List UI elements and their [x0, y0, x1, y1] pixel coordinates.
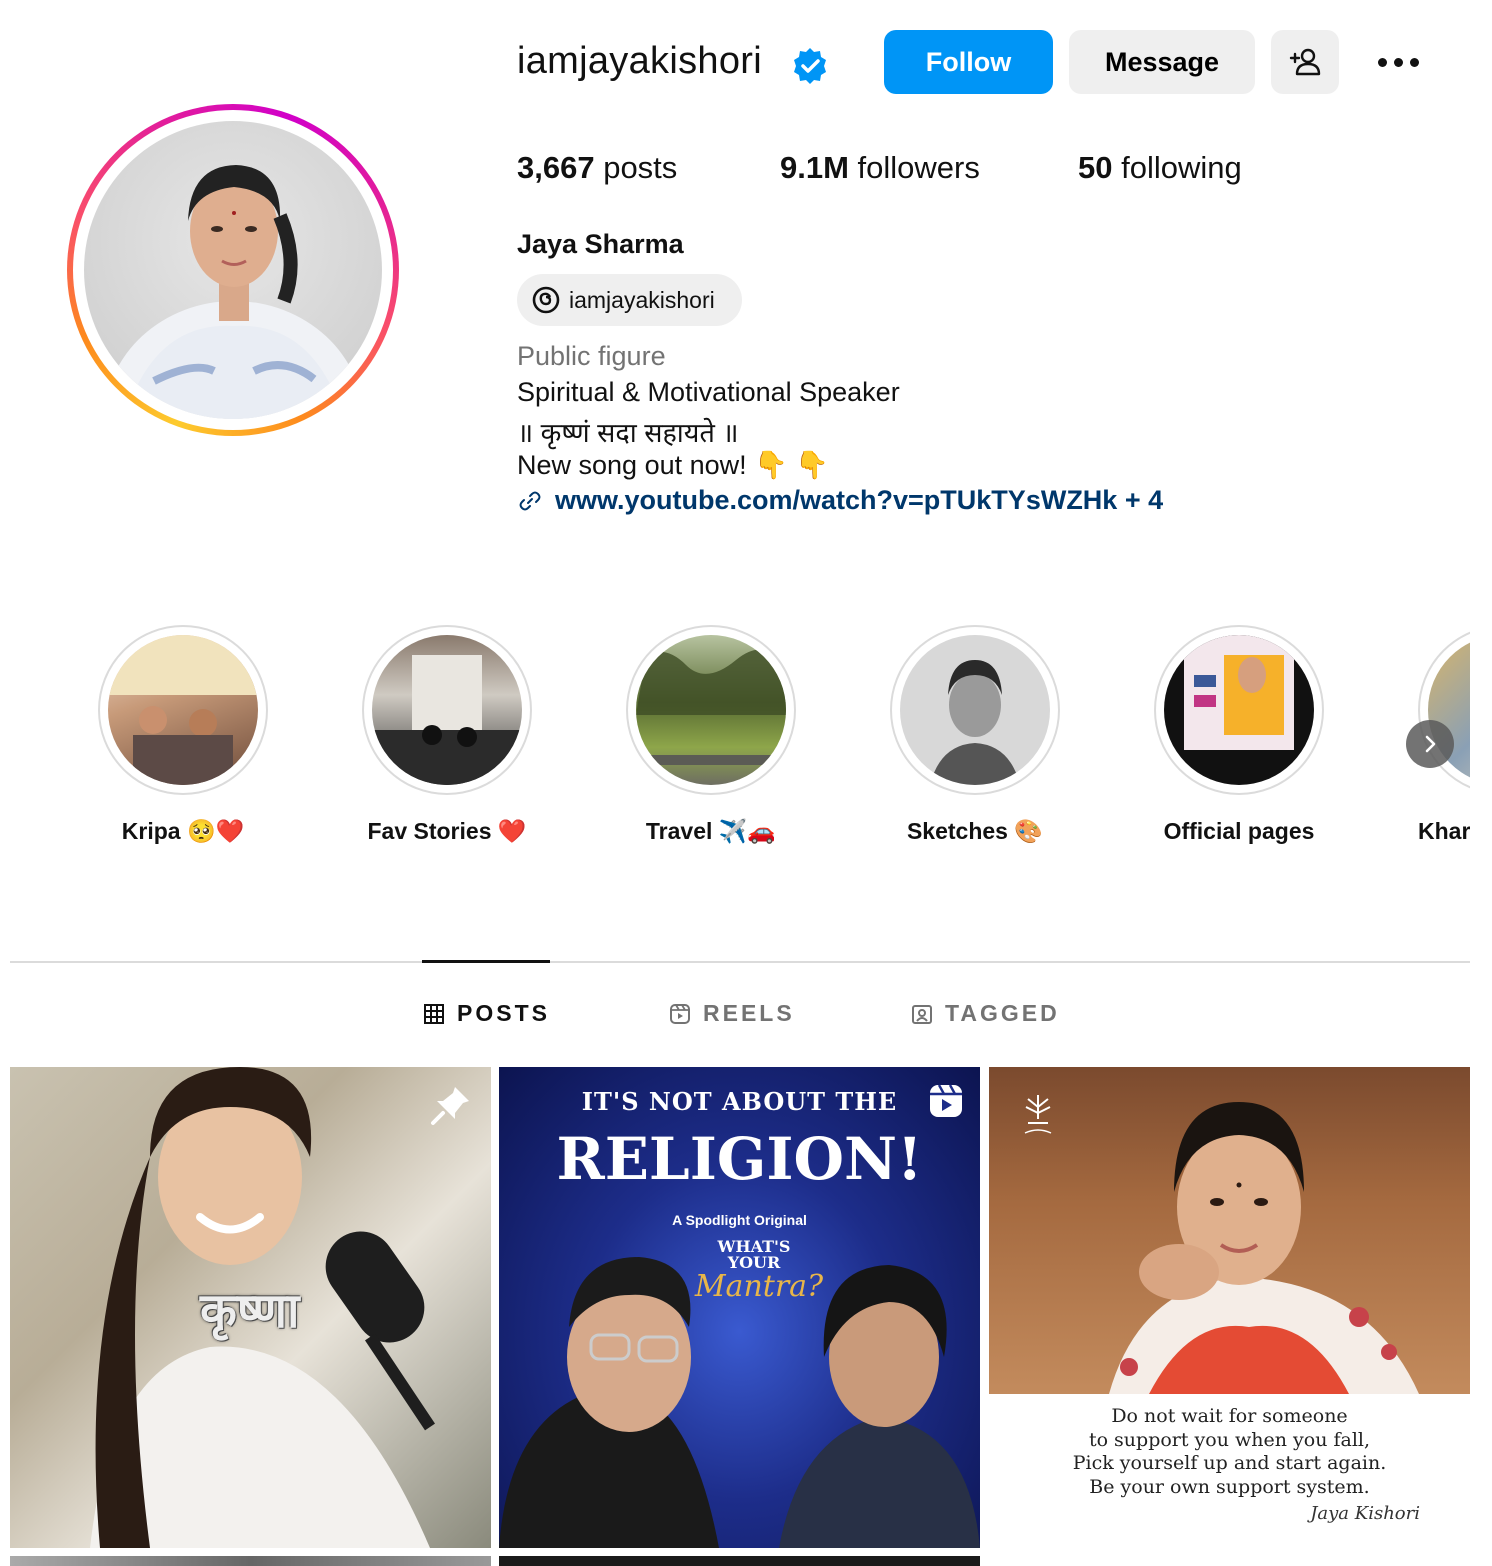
add-user-icon	[1289, 48, 1321, 76]
posts-count-value: 3,667	[517, 150, 595, 185]
highlight-item[interactable]: Kripa 🥺❤️	[98, 625, 268, 844]
reel-badge-icon	[930, 1084, 962, 1117]
pin-icon	[431, 1087, 469, 1125]
post-thumbnail[interactable]: IT'S NOT ABOUT THE RELIGION! A Spodlight…	[499, 1067, 980, 1548]
highlight-item[interactable]: Sketches 🎨	[890, 625, 1060, 844]
bio-line: New song out now! 👇 👇	[517, 450, 829, 480]
bio-external-link[interactable]: www.youtube.com/watch?v=pTUkTYsWZHk + 4	[517, 485, 1163, 516]
bio-line: Spiritual & Motivational Speaker	[517, 377, 900, 407]
verified-badge-icon	[794, 48, 826, 84]
highlight-cover	[372, 635, 522, 785]
highlight-ring	[362, 625, 532, 795]
highlight-ring	[890, 625, 1060, 795]
highlights-next-button[interactable]	[1406, 720, 1454, 768]
followers-count-value: 9.1M	[780, 150, 849, 185]
tab-posts-label: POSTS	[457, 1000, 550, 1026]
highlight-cover	[636, 635, 786, 785]
followers-link[interactable]: 9.1M followers	[780, 150, 980, 186]
link-icon	[519, 491, 541, 510]
threads-profile-link[interactable]: iamjayakishori	[517, 274, 742, 326]
profile-username: iamjayakishori	[517, 40, 762, 82]
highlight-ring	[1154, 625, 1324, 795]
highlight-ring	[98, 625, 268, 795]
highlight-cover-image-icon	[636, 649, 786, 765]
bio-line: ॥ कृष्णं सदा सहायते ॥	[517, 418, 739, 448]
post-subtitle: A Spodlight Original	[672, 1212, 807, 1228]
threads-icon	[532, 286, 560, 314]
post-show-title-line: WHAT'S YOUR	[699, 1239, 809, 1271]
highlight-item[interactable]: Official pages	[1154, 625, 1324, 844]
highlight-item[interactable]: Fav Stories ❤️	[362, 625, 532, 844]
post-headline-big: RELIGION!	[556, 1125, 923, 1193]
quote-line: Pick yourself up and start again.	[1072, 1452, 1387, 1474]
more-dot-icon	[1393, 57, 1403, 67]
follow-button[interactable]: Follow	[884, 30, 1053, 94]
highlight-label: Travel ✈️🚗	[645, 818, 777, 844]
suggest-similar-button[interactable]	[1271, 30, 1339, 94]
post-show-title: Mantra?	[694, 1269, 824, 1304]
chevron-right-icon	[1425, 735, 1436, 753]
highlight-cover	[108, 635, 258, 785]
highlight-item[interactable]: Khar	[1418, 625, 1470, 844]
highlight-item[interactable]: Travel ✈️🚗	[626, 625, 796, 844]
quote-line: to support you when you fall,	[1088, 1428, 1371, 1451]
following-count-label: following	[1121, 150, 1242, 185]
tagged-icon	[912, 1004, 932, 1024]
highlight-cover	[900, 635, 1050, 785]
highlight-cover-image-icon	[1184, 635, 1294, 750]
tab-reels-label: REELS	[703, 1000, 795, 1026]
highlight-ring	[1418, 625, 1470, 795]
tab-reels[interactable]: REELS	[669, 1000, 795, 1027]
highlight-cover-image-icon	[108, 635, 258, 785]
avatar-portrait-icon	[104, 165, 364, 419]
post-thumbnail[interactable]	[10, 1556, 491, 1566]
profile-avatar-story-ring[interactable]	[67, 104, 399, 436]
profile-category: Public figure	[517, 341, 666, 371]
tab-tagged[interactable]: TAGGED	[911, 1000, 1060, 1027]
highlight-label: Kripa 🥺❤️	[121, 818, 245, 844]
following-link[interactable]: 50 following	[1078, 150, 1242, 186]
threads-handle: iamjayakishori	[569, 286, 715, 313]
bio-link-text: www.youtube.com/watch?v=pTUkTYsWZHk + 4	[555, 485, 1164, 515]
post-quote: Do not wait for someone to support you w…	[989, 1405, 1470, 1499]
post-thumbnail[interactable]: कृष्णा	[10, 1067, 491, 1548]
tab-tagged-label: TAGGED	[945, 1000, 1060, 1026]
highlights-tray: Kripa 🥺❤️ Fav Stories ❤️ Travel ✈️🚗 Sket…	[0, 600, 1470, 880]
highlight-label: Fav Stories ❤️	[367, 818, 527, 844]
highlight-label: Sketches 🎨	[906, 818, 1044, 844]
highlight-cover-image-icon	[930, 660, 1020, 785]
active-tab-indicator	[422, 960, 550, 963]
grid-icon	[424, 1003, 444, 1024]
more-options-button[interactable]	[1370, 40, 1426, 84]
tab-posts[interactable]: POSTS	[423, 1000, 550, 1027]
followers-count-label: followers	[857, 150, 980, 185]
more-dot-icon	[1409, 57, 1419, 67]
quote-signature: Jaya Kishori	[1310, 1503, 1420, 1524]
message-button[interactable]: Message	[1069, 30, 1255, 94]
more-dot-icon	[1377, 57, 1387, 67]
profile-full-name: Jaya Sharma	[517, 229, 684, 259]
highlight-label: Official pages	[1163, 818, 1315, 844]
post-headline-top: IT'S NOT ABOUT THE	[581, 1087, 898, 1116]
quote-line: Be your own support system.	[1089, 1475, 1370, 1498]
quote-line: Do not wait for someone	[1111, 1405, 1348, 1427]
posts-count: 3,667 posts	[517, 150, 677, 186]
brand-logo-icon	[1024, 1095, 1052, 1134]
highlight-label: Khar	[1418, 818, 1470, 844]
highlight-ring	[626, 625, 796, 795]
highlight-cover-image-icon	[372, 655, 522, 785]
reels-icon	[670, 1003, 690, 1024]
following-count-value: 50	[1078, 150, 1113, 185]
posts-count-label: posts	[603, 150, 678, 185]
post-thumbnail[interactable]	[499, 1556, 980, 1566]
tabs-divider	[10, 961, 1470, 963]
post-overlay-text: कृष्णा	[200, 1283, 300, 1339]
profile-avatar	[84, 121, 382, 419]
post-thumbnail[interactable]: Do not wait for someone to support you w…	[989, 1067, 1470, 1548]
highlight-cover	[1164, 635, 1314, 785]
